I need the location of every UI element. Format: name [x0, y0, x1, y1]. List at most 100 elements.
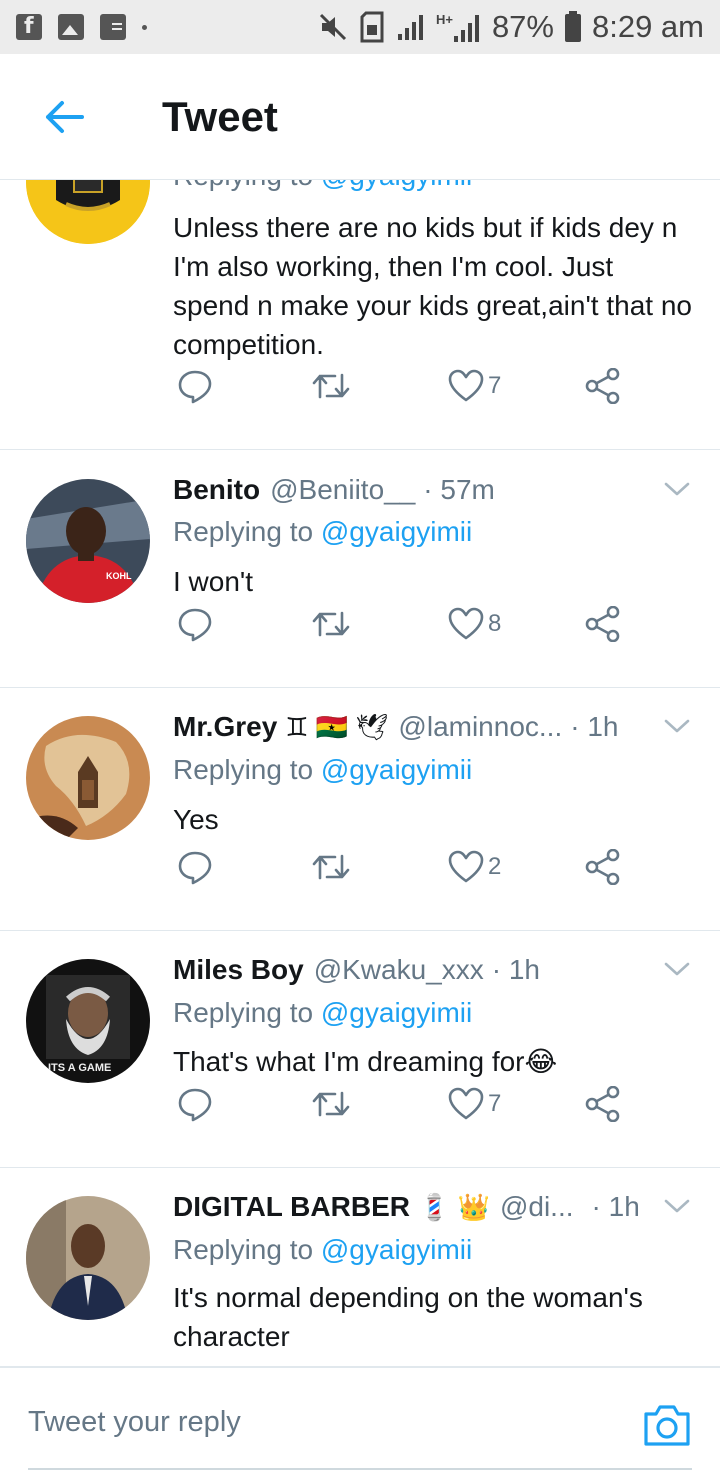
tweet-time: · 57m [423, 474, 495, 505]
chevron-down-icon[interactable] [662, 1191, 692, 1221]
replies-feed[interactable]: Replying to @gyaigyimii Unless there are… [0, 180, 720, 1366]
like-count: 7 [488, 372, 502, 399]
reply-composer: Tweet your reply [0, 1366, 720, 1480]
user-handle[interactable]: @laminnoc... [398, 711, 562, 743]
tweet-text: Yes [173, 804, 219, 835]
share-button[interactable] [584, 1082, 622, 1126]
share-icon [585, 1086, 620, 1122]
status-notifications [16, 14, 147, 40]
mention-link[interactable]: @gyaigyimii [321, 754, 472, 785]
retweet-icon [312, 611, 350, 637]
id-card-icon [100, 14, 126, 40]
like-count: 8 [488, 610, 502, 637]
reply-button[interactable] [177, 364, 213, 408]
mute-icon [319, 13, 346, 41]
retweet-button[interactable] [311, 364, 351, 408]
display-name[interactable]: Benito [173, 474, 260, 506]
tweet-item[interactable]: Replying to @gyaigyimii Unless there are… [0, 180, 720, 450]
tweet-text: I won't [173, 566, 254, 597]
replying-to: Replying to @gyaigyimii [173, 997, 473, 1028]
user-handle[interactable]: @di... [500, 1191, 574, 1223]
avatar[interactable] [26, 716, 150, 840]
reply-icon [178, 608, 212, 642]
tweet-item[interactable]: KOHL Benito @Beniito__ · 57m Replying to… [0, 450, 720, 688]
tweet-item[interactable]: Mr.Grey ♊ 🇬🇭 🕊 @laminnoc... · 1h Replyin… [0, 688, 720, 931]
share-icon [585, 849, 620, 885]
chevron-down-icon[interactable] [662, 474, 692, 504]
share-icon [585, 606, 620, 642]
display-name[interactable]: Mr.Grey [173, 711, 277, 743]
gallery-icon [58, 14, 84, 40]
share-button[interactable] [584, 364, 622, 408]
reply-icon [178, 1088, 212, 1122]
tweet-text: That's what I'm dreaming for😂 [173, 1046, 558, 1077]
tweet-header: Benito @Beniito__ · 57m [173, 470, 692, 510]
like-button[interactable]: 8 [448, 602, 501, 646]
tweet-time: · 1h [570, 711, 619, 742]
reply-button[interactable] [177, 602, 213, 646]
like-button[interactable]: 2 [448, 845, 501, 889]
reply-button[interactable] [177, 1082, 213, 1126]
avatar[interactable] [26, 1196, 150, 1320]
avatar-caption: ITS A GAME [48, 1062, 111, 1074]
share-icon [585, 368, 620, 404]
avatar[interactable]: KOHL [26, 479, 150, 603]
mention-link[interactable]: @gyaigyimii [321, 180, 472, 191]
status-system: H+ 87% 8:29 am [318, 9, 704, 45]
tweet-text: It's normal depending on the woman's cha… [173, 1282, 643, 1352]
retweet-button[interactable] [311, 1082, 351, 1126]
mention-link[interactable]: @gyaigyimii [321, 516, 472, 547]
battery-icon [564, 11, 581, 42]
tweet-header: Mr.Grey ♊ 🇬🇭 🕊 @laminnoc... · 1h [173, 707, 692, 747]
display-name[interactable]: Miles Boy [173, 954, 304, 986]
clock: 8:29 am [591, 9, 704, 44]
mention-link[interactable]: @gyaigyimii [321, 1234, 472, 1265]
avatar[interactable]: ITS A GAME [26, 959, 150, 1083]
reply-button[interactable] [177, 845, 213, 889]
retweet-button[interactable] [311, 602, 351, 646]
like-button[interactable]: 7 [448, 364, 501, 408]
share-button[interactable] [584, 602, 622, 646]
user-handle[interactable]: @Beniito__ [270, 474, 415, 506]
heart-icon [448, 1087, 484, 1120]
retweet-icon [312, 1091, 350, 1117]
avatar[interactable] [26, 180, 150, 244]
back-button[interactable] [32, 85, 96, 149]
replying-to: Replying to @gyaigyimii [173, 754, 473, 785]
status-bar: H+ 87% 8:29 am [0, 0, 720, 54]
chevron-down-icon[interactable] [662, 954, 692, 984]
like-count: 7 [488, 1090, 502, 1117]
user-handle[interactable]: @Kwaku_xxx [314, 954, 484, 986]
tweet-text: Unless there are no kids but if kids dey… [173, 212, 692, 360]
tweet-item[interactable]: DIGITAL BARBER 💈 👑 @di... · 1h Replying … [0, 1168, 720, 1366]
replying-to: Replying to @gyaigyimii [173, 180, 472, 192]
reply-icon [178, 370, 212, 404]
svg-text:H+: H+ [436, 12, 453, 27]
tweet-actions: 7 [173, 364, 633, 408]
tweet-actions: 7 [173, 1082, 633, 1126]
share-button[interactable] [584, 845, 622, 889]
tweet-item[interactable]: ITS A GAME Miles Boy @Kwaku_xxx · 1h Rep… [0, 931, 720, 1168]
retweet-icon [312, 854, 350, 880]
replying-to: Replying to @gyaigyimii [173, 516, 473, 547]
sim-icon [360, 11, 384, 43]
retweet-button[interactable] [311, 845, 351, 889]
reply-underline [28, 1468, 692, 1470]
battery-percent: 87% [491, 9, 554, 44]
name-emoji: 💈 👑 [417, 1191, 490, 1222]
tweet-actions: 2 [173, 845, 633, 889]
camera-icon[interactable] [642, 1402, 692, 1448]
tweet-header: DIGITAL BARBER 💈 👑 @di... · 1h [173, 1187, 692, 1227]
heart-icon [448, 607, 484, 640]
app-header: Tweet [0, 54, 720, 180]
chevron-down-icon[interactable] [662, 711, 692, 741]
arrow-left-icon [46, 100, 84, 133]
mention-link[interactable]: @gyaigyimii [321, 997, 472, 1028]
name-emoji: ♊ 🇬🇭 🕊 [285, 711, 389, 742]
tweet-header: Miles Boy @Kwaku_xxx · 1h [173, 950, 692, 990]
like-button[interactable]: 7 [448, 1082, 501, 1126]
reply-input[interactable]: Tweet your reply [28, 1406, 241, 1439]
tweet-actions: 8 [173, 602, 633, 646]
display-name[interactable]: DIGITAL BARBER [173, 1191, 410, 1223]
like-count: 2 [488, 853, 502, 880]
